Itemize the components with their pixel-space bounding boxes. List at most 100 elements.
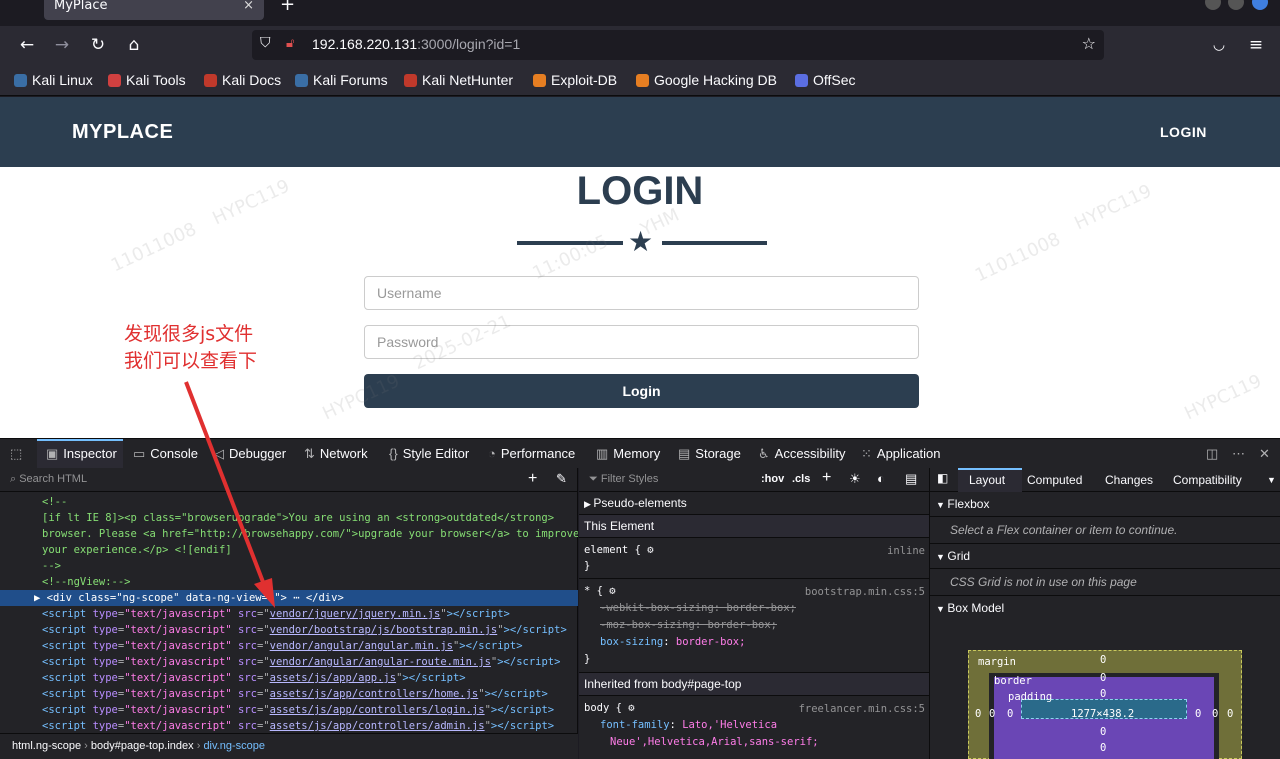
tab-style-editor[interactable]: {} Style Editor — [389, 446, 469, 461]
light-mode-icon[interactable]: ☀ — [849, 471, 861, 487]
shield-icon[interactable]: ⛉ — [260, 35, 271, 51]
tab-memory[interactable]: ▥ Memory — [596, 446, 660, 462]
filter-styles-input[interactable]: ⏷ Filter Styles :hov .cls + ☀ ◐ ▤ — [579, 468, 929, 492]
menu-icon[interactable]: ≡ — [1245, 34, 1267, 56]
more-options-icon[interactable]: ⋯ — [1232, 446, 1250, 462]
bookmark-item[interactable]: Kali Tools — [108, 72, 186, 88]
overridden-declaration[interactable]: -webkit-box-sizing: border-box; — [584, 600, 924, 617]
gear-icon[interactable]: ⚙ — [628, 702, 634, 714]
script-node[interactable]: <script type="text/javascript" src="vend… — [42, 622, 578, 638]
tab-debugger[interactable]: ◁ Debugger — [214, 446, 286, 462]
selected-node[interactable]: ▶ <div class="ng-scope" data-ng-view="">… — [0, 590, 578, 606]
username-input[interactable]: Username — [364, 276, 919, 310]
close-tab-icon[interactable]: × — [243, 0, 254, 13]
content-size[interactable]: 1277×438.2 — [1071, 708, 1134, 720]
search-html-input[interactable]: ⌕ Search HTML + ✎ — [0, 468, 577, 492]
flexbox-section-header[interactable]: ▼ Flexbox — [930, 492, 1280, 517]
script-src-link[interactable]: assets/js/app/app.js — [270, 672, 396, 684]
bookmark-item[interactable]: OffSec — [795, 72, 856, 88]
padding-bottom-value[interactable]: 0 — [1100, 726, 1106, 738]
site-brand[interactable]: MYPLACE — [72, 121, 173, 144]
overridden-declaration[interactable]: -moz-box-sizing: border-box; — [584, 617, 924, 634]
gear-icon[interactable]: ⚙ — [647, 544, 653, 556]
add-rule-icon[interactable]: + — [822, 469, 831, 487]
tab-console[interactable]: ▭ Console — [133, 446, 198, 462]
script-src-link[interactable]: vendor/angular/angular.min.js — [270, 640, 453, 652]
url-bar[interactable]: ⛉ 🔓︎ 192.168.220.131:3000/login?id=1 ☆ — [252, 30, 1104, 60]
border-left-value[interactable]: 0 — [989, 708, 995, 720]
declaration[interactable]: font-family: Lato,'Helvetica — [584, 717, 924, 734]
tab-computed[interactable]: Computed — [1027, 473, 1082, 487]
bookmark-item[interactable]: Kali Forums — [295, 72, 388, 88]
tab-storage[interactable]: ▤ Storage — [678, 446, 741, 462]
tab-application[interactable]: ⁙ Application — [861, 446, 941, 462]
pocket-icon[interactable]: ◡ — [1208, 34, 1230, 56]
element-picker-icon[interactable]: ⬚ — [10, 446, 27, 462]
script-node[interactable]: <script type="text/javascript" src="asse… — [42, 670, 578, 686]
bookmark-item[interactable]: Exploit-DB — [533, 72, 617, 88]
tab-performance[interactable]: ◔ Performance — [488, 446, 575, 461]
expand-arrow-icon[interactable]: ▶ — [34, 592, 47, 604]
hov-toggle[interactable]: :hov — [761, 473, 784, 485]
close-window-icon[interactable] — [1252, 0, 1268, 10]
margin-right-value[interactable]: 0 — [1227, 708, 1233, 720]
add-node-icon[interactable]: + — [528, 470, 537, 488]
declaration[interactable]: box-sizing: border-box; — [584, 634, 924, 651]
script-src-link[interactable]: assets/js/app/controllers/home.js — [270, 688, 479, 700]
rule-source[interactable]: inline — [887, 543, 925, 559]
script-node[interactable]: <script type="text/javascript" src="vend… — [42, 606, 578, 622]
tab-myplace[interactable]: MyPlace × — [44, 0, 264, 20]
overflow-chevron-icon[interactable]: ▼ — [1267, 475, 1276, 485]
script-src-link[interactable]: assets/js/app/controllers/login.js — [270, 704, 485, 716]
script-node[interactable]: <script type="text/javascript" src="asse… — [42, 686, 578, 702]
gear-icon[interactable]: ⚙ — [609, 585, 615, 597]
script-node[interactable]: <script type="text/javascript" src="vend… — [42, 654, 578, 670]
forward-icon[interactable]: → — [51, 34, 73, 56]
padding-right-value[interactable]: 0 — [1195, 708, 1201, 720]
breadcrumb-item[interactable]: body#page-top.index — [91, 740, 194, 752]
insecure-lock-icon[interactable]: 🔓︎ — [286, 36, 294, 51]
border-right-value[interactable]: 0 — [1212, 708, 1218, 720]
home-icon[interactable]: ⌂ — [123, 34, 145, 56]
tab-accessibility[interactable]: ♿︎ Accessibility — [758, 446, 845, 462]
breadcrumb-item[interactable]: html.ng-scope — [12, 740, 81, 752]
minimize-icon[interactable] — [1205, 0, 1221, 10]
box-model-section-header[interactable]: ▼ Box Model — [930, 596, 1280, 620]
bookmark-item[interactable]: Kali Docs — [204, 72, 281, 88]
rule-source[interactable]: freelancer.min.css:5 — [799, 701, 925, 718]
script-src-link[interactable]: vendor/bootstrap/js/bootstrap.min.js — [270, 624, 498, 636]
tab-network[interactable]: ⇅ Network — [304, 446, 368, 462]
dock-icon[interactable]: ◫ — [1206, 446, 1223, 462]
padding-top-value[interactable]: 0 — [1100, 688, 1106, 700]
border-bottom-value[interactable]: 0 — [1100, 742, 1106, 754]
script-node[interactable]: <script type="text/javascript" src="asse… — [42, 702, 578, 718]
breadcrumb-item[interactable]: div.ng-scope — [203, 740, 265, 752]
grid-section-header[interactable]: ▼ Grid — [930, 544, 1280, 569]
border-top-value[interactable]: 0 — [1100, 672, 1106, 684]
cls-toggle[interactable]: .cls — [792, 473, 810, 485]
tab-inspector[interactable]: ▣ Inspector — [46, 446, 117, 462]
script-src-link[interactable]: vendor/jquery/jquery.min.js — [270, 608, 441, 620]
print-icon[interactable]: ▤ — [905, 471, 917, 487]
padding-left-value[interactable]: 0 — [1007, 708, 1013, 720]
margin-top-value[interactable]: 0 — [1100, 654, 1106, 666]
script-src-link[interactable]: vendor/angular/angular-route.min.js — [270, 656, 491, 668]
script-src-link[interactable]: assets/js/app/controllers/admin.js — [270, 720, 485, 732]
bookmark-item[interactable]: Kali Linux — [14, 72, 93, 88]
tab-compatibility[interactable]: Compatibility — [1173, 473, 1242, 487]
script-node[interactable]: <script type="text/javascript" src="asse… — [42, 718, 578, 734]
eyedropper-icon[interactable]: ✎ — [556, 471, 567, 487]
close-devtools-icon[interactable]: ✕ — [1259, 446, 1275, 462]
login-button[interactable]: Login — [364, 374, 919, 408]
tab-layout[interactable]: Layout — [969, 473, 1005, 487]
tab-changes[interactable]: Changes — [1105, 473, 1153, 487]
pseudo-elements-toggle[interactable]: ▶ Pseudo-elements — [579, 492, 929, 515]
maximize-icon[interactable] — [1228, 0, 1244, 10]
rule-source[interactable]: bootstrap.min.css:5 — [805, 584, 925, 601]
toggle-sidebar-icon[interactable]: ◧ — [937, 471, 948, 485]
new-tab-icon[interactable]: + — [280, 0, 295, 15]
dark-mode-icon[interactable]: ◐ — [877, 471, 885, 486]
reload-icon[interactable]: ↻ — [87, 34, 109, 56]
nav-login-link[interactable]: LOGIN — [1160, 124, 1207, 140]
bookmark-item[interactable]: Kali NetHunter — [404, 72, 513, 88]
